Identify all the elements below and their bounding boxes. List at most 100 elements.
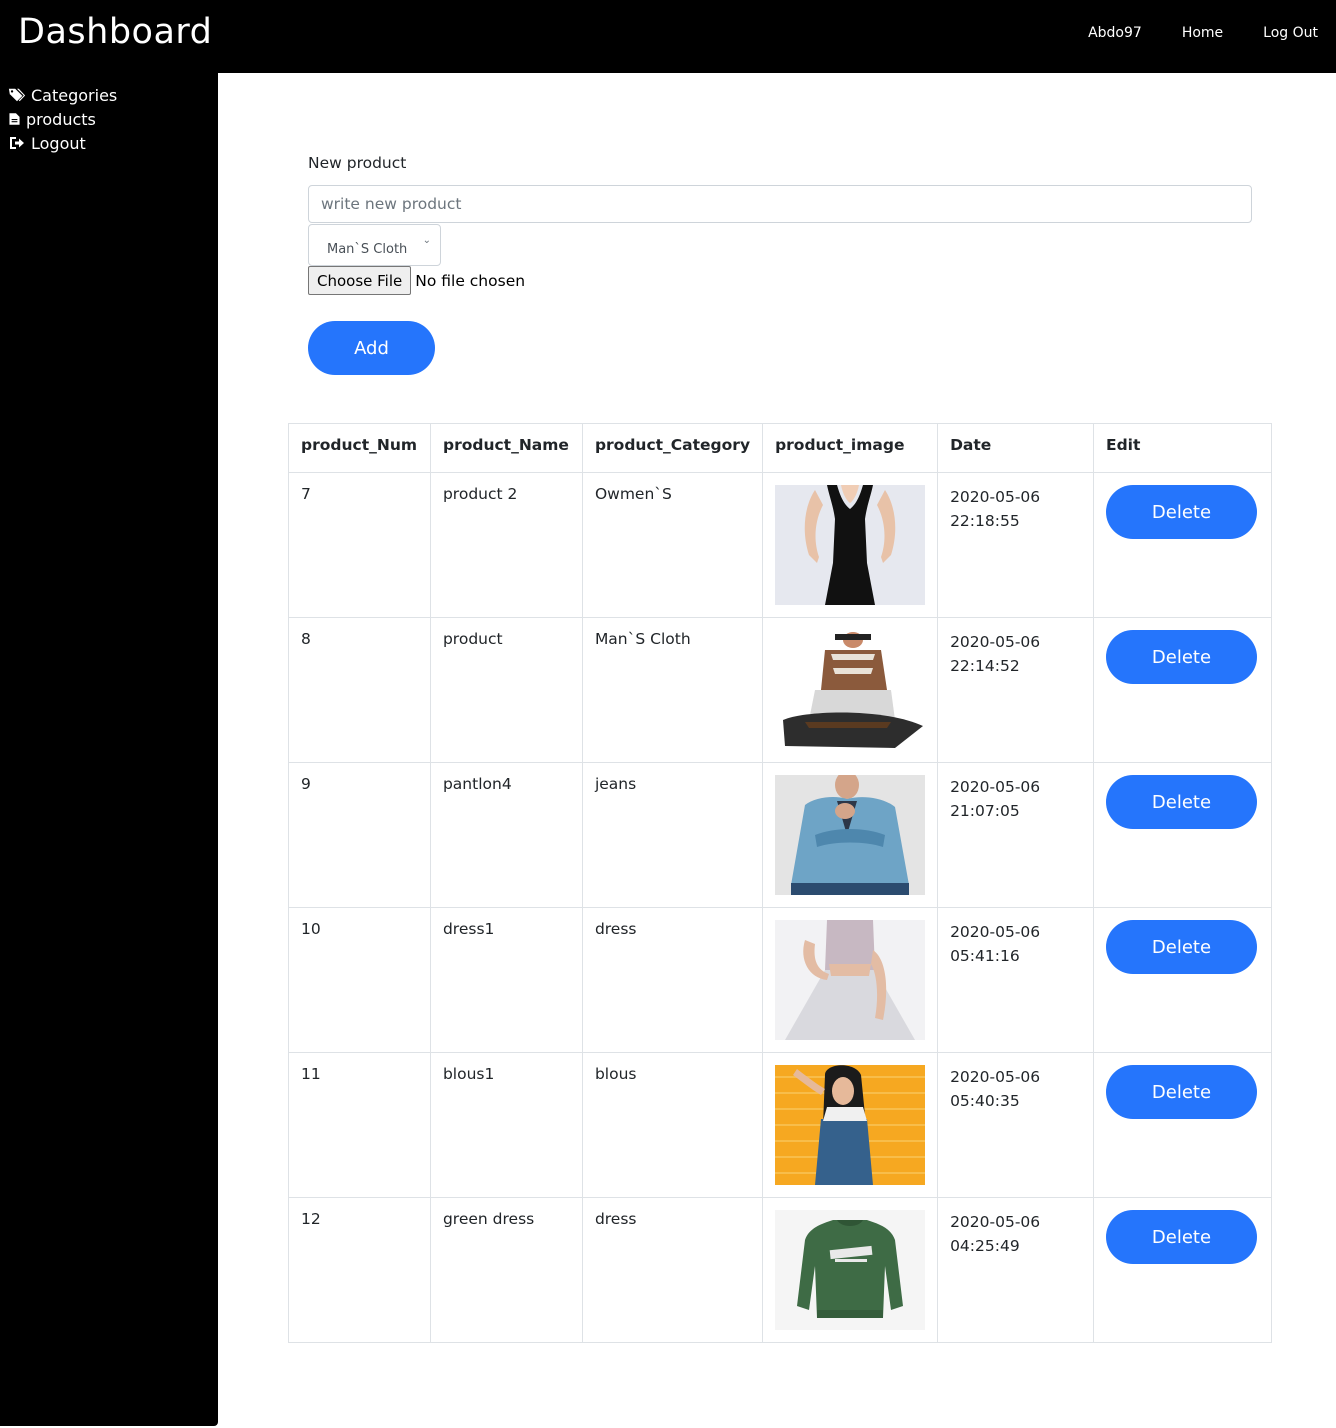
cell-image	[762, 617, 939, 763]
table-header-row: product_Num product_Name product_Categor…	[288, 423, 1272, 473]
black-dress-photo	[775, 485, 926, 605]
cell-edit: Delete	[1093, 1197, 1272, 1343]
header-product-image: product_image	[762, 423, 939, 473]
delete-button[interactable]: Delete	[1106, 1065, 1257, 1119]
cell-edit: Delete	[1093, 762, 1272, 908]
cell-edit: Delete	[1093, 472, 1272, 618]
date-text: 2020-05-06	[950, 1213, 1041, 1231]
cell-num: 9	[288, 762, 431, 908]
table-row: 10 dress1 dress 2020-05-06 05:41:16 Dele…	[288, 907, 1272, 1053]
products-table: product_Num product_Name product_Categor…	[288, 423, 1272, 1343]
cell-category: jeans	[581, 762, 764, 908]
cell-name: product 2	[429, 472, 583, 618]
delete-button[interactable]: Delete	[1106, 1210, 1257, 1264]
cell-image	[762, 472, 939, 618]
sidebar-item-categories[interactable]: Categories	[0, 83, 218, 107]
delete-button[interactable]: Delete	[1106, 920, 1257, 974]
new-product-label: New product	[308, 154, 407, 172]
table-row: 7 product 2 Owmen`S 2020-05-06 22:18:55	[288, 472, 1272, 618]
table-row: 11 blous1 blous 2020-05-06 05:40:35 Dele…	[288, 1052, 1272, 1198]
table-row: 9 pantlon4 jeans 2020-05-06 21:07:05 Del…	[288, 762, 1272, 908]
sidebar-item-logout[interactable]: Logout	[0, 131, 218, 155]
sidebar-list: Categories products Logout	[0, 73, 218, 155]
cell-edit: Delete	[1093, 907, 1272, 1053]
cell-date: 2020-05-06 22:14:52	[937, 617, 1094, 763]
category-select[interactable]: Man`S Cloth ⌄	[308, 224, 441, 266]
cell-edit: Delete	[1093, 617, 1272, 763]
time-text: 05:40:35	[950, 1092, 1020, 1110]
header-product-name: product_Name	[429, 423, 583, 473]
delete-button[interactable]: Delete	[1106, 485, 1257, 539]
cell-date: 2020-05-06 05:40:35	[937, 1052, 1094, 1198]
nav-logout[interactable]: Log Out	[1263, 25, 1318, 41]
new-product-input[interactable]	[308, 185, 1252, 223]
cell-image	[762, 762, 939, 908]
sidebar-item-products[interactable]: products	[0, 107, 218, 131]
delete-button[interactable]: Delete	[1106, 630, 1257, 684]
cell-num: 8	[288, 617, 431, 763]
time-text: 04:25:49	[950, 1237, 1020, 1255]
plaid-shirt-bag-photo	[775, 630, 926, 750]
nav-user[interactable]: Abdo97	[1088, 25, 1142, 41]
time-text: 22:18:55	[950, 512, 1020, 530]
cell-category: blous	[581, 1052, 764, 1198]
cell-name: green dress	[429, 1197, 583, 1343]
sequin-dress-photo	[775, 920, 926, 1040]
green-sweatshirt-photo	[775, 1210, 926, 1330]
denim-jacket-photo	[775, 775, 926, 895]
brand-title[interactable]: Dashboard	[18, 12, 212, 52]
file-input: Choose File No file chosen	[308, 266, 525, 295]
choose-file-button[interactable]: Choose File	[308, 266, 412, 295]
sidebar-item-label: Logout	[31, 133, 86, 153]
table-row: 8 product Man`S Cloth 2020-05-06 22:14:5…	[288, 617, 1272, 763]
cell-name: product	[429, 617, 583, 763]
cell-date: 2020-05-06 04:25:49	[937, 1197, 1094, 1343]
cell-num: 11	[288, 1052, 431, 1198]
cell-num: 7	[288, 472, 431, 618]
header-date: Date	[937, 423, 1094, 473]
time-text: 21:07:05	[950, 802, 1020, 820]
cell-image	[762, 907, 939, 1053]
main-content: New product Man`S Cloth ⌄ Choose File No…	[218, 73, 1336, 1428]
add-button[interactable]: Add	[308, 321, 435, 375]
sidebar-item-label: products	[26, 109, 96, 129]
time-text: 22:14:52	[950, 657, 1020, 675]
cell-num: 10	[288, 907, 431, 1053]
cell-image	[762, 1052, 939, 1198]
cell-image	[762, 1197, 939, 1343]
top-navbar: Dashboard Abdo97 Home Log Out	[0, 0, 1336, 73]
cell-edit: Delete	[1093, 1052, 1272, 1198]
category-select-value: Man`S Cloth	[327, 242, 408, 257]
date-text: 2020-05-06	[950, 633, 1041, 651]
header-edit: Edit	[1093, 423, 1272, 473]
tags-icon	[8, 88, 26, 102]
cell-name: pantlon4	[429, 762, 583, 908]
cell-category: dress	[581, 1197, 764, 1343]
cell-date: 2020-05-06 05:41:16	[937, 907, 1094, 1053]
chevron-down-icon: ⌄	[422, 235, 431, 246]
sidebar: Categories products Logout	[0, 73, 218, 1426]
cell-date: 2020-05-06 21:07:05	[937, 762, 1094, 908]
top-nav: Abdo97 Home Log Out	[1088, 25, 1318, 41]
table-row: 12 green dress dress 2020-05-06 04:25:49…	[288, 1197, 1272, 1343]
date-text: 2020-05-06	[950, 488, 1041, 506]
cell-category: Owmen`S	[581, 472, 764, 618]
cell-date: 2020-05-06 22:18:55	[937, 472, 1094, 618]
cell-name: dress1	[429, 907, 583, 1053]
sidebar-item-label: Categories	[31, 85, 118, 105]
header-product-category: product_Category	[581, 423, 764, 473]
date-text: 2020-05-06	[950, 1068, 1041, 1086]
nav-home[interactable]: Home	[1182, 25, 1223, 41]
overalls-woman-photo	[775, 1065, 926, 1185]
cell-category: Man`S Cloth	[581, 617, 764, 763]
delete-button[interactable]: Delete	[1106, 775, 1257, 829]
cell-num: 12	[288, 1197, 431, 1343]
cell-name: blous1	[429, 1052, 583, 1198]
time-text: 05:41:16	[950, 947, 1020, 965]
cell-category: dress	[581, 907, 764, 1053]
sign-out-icon	[10, 137, 24, 149]
file-icon	[9, 113, 20, 125]
date-text: 2020-05-06	[950, 923, 1041, 941]
file-status: No file chosen	[415, 271, 526, 290]
date-text: 2020-05-06	[950, 778, 1041, 796]
